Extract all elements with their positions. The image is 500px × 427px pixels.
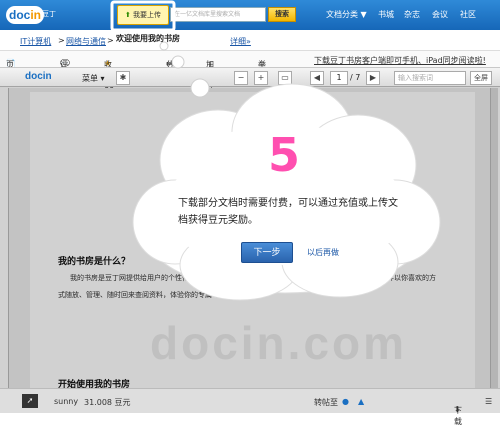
step-number: 5 xyxy=(268,128,301,182)
bottom-bar: ➚ sunny 31.008 豆元 转帖至 ● ▲ ⬇ 下载 ☰ xyxy=(0,388,500,426)
expand-arrow-icon[interactable]: ➚ xyxy=(22,394,38,408)
tooltip-bubble-icon xyxy=(159,41,210,98)
download-label: 下载 xyxy=(454,406,462,426)
username: sunny xyxy=(54,397,79,406)
later-link[interactable]: 以后再做 xyxy=(307,247,339,258)
dialog-message: 下载部分文档时需要付费，可以通过充值或上传文档获得豆元奖励。 xyxy=(178,198,398,226)
balance: 31.008 豆元 xyxy=(84,398,131,407)
share-renren-icon[interactable]: ▲ xyxy=(358,397,364,406)
share-weibo-icon[interactable]: ● xyxy=(342,397,349,406)
menu-icon[interactable]: ☰ xyxy=(485,397,492,406)
repost-label: 转帖至 xyxy=(314,398,338,407)
highlight-frame xyxy=(110,0,176,32)
next-step-button[interactable]: 下一步 xyxy=(241,242,293,263)
